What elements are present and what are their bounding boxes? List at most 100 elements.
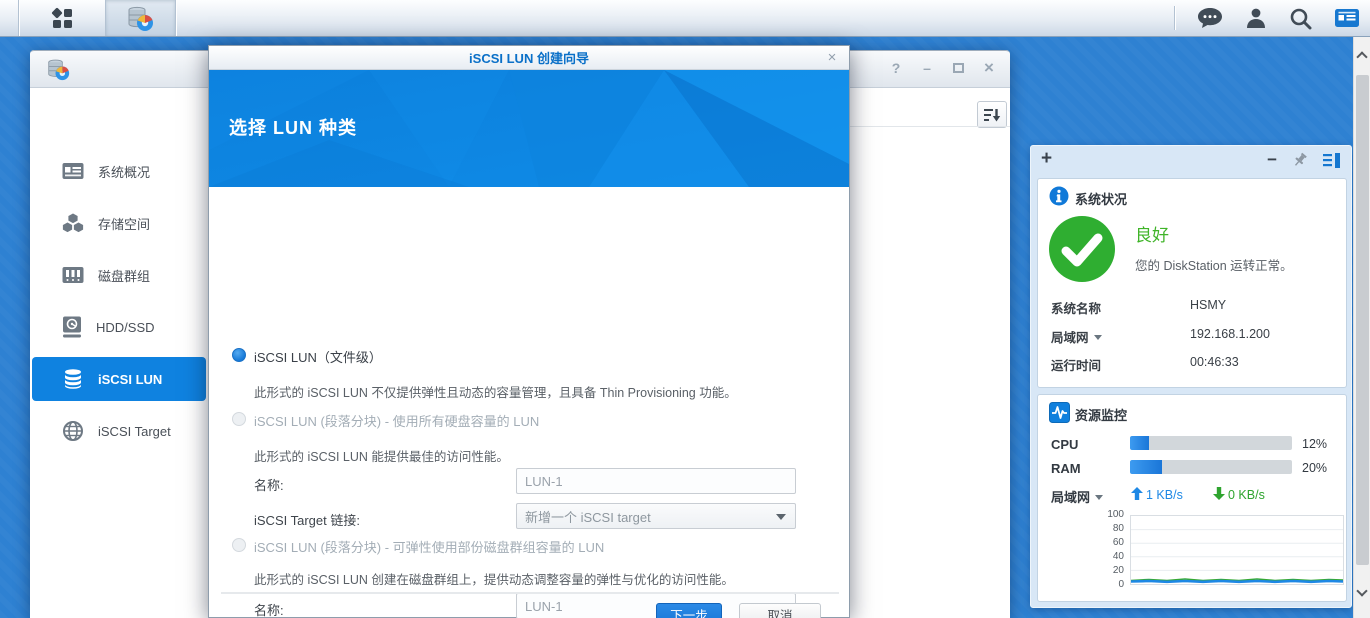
dialog-heading: 选择 LUN 种类 bbox=[229, 114, 357, 140]
health-message: 您的 DiskStation 运转正常。 bbox=[1135, 255, 1293, 274]
sidebar-item-iscsi-lun[interactable]: iSCSI LUN bbox=[32, 357, 206, 401]
ram-usage-bar bbox=[1130, 460, 1292, 474]
name-field-label: 名称: bbox=[254, 475, 284, 494]
sort-button[interactable] bbox=[977, 101, 1007, 128]
globe-icon bbox=[62, 420, 84, 442]
dialog-close-button[interactable]: × bbox=[823, 48, 841, 66]
disk-group-icon bbox=[62, 266, 84, 284]
pin-icon[interactable] bbox=[1292, 152, 1308, 168]
health-check-icon bbox=[1048, 215, 1116, 283]
widgets-panel-icon[interactable] bbox=[1334, 8, 1360, 28]
lun-name-input[interactable] bbox=[516, 468, 796, 494]
main-menu-button[interactable] bbox=[19, 0, 105, 36]
scroll-up-arrow[interactable] bbox=[1356, 51, 1367, 62]
sidebar-item-label: HDD/SSD bbox=[96, 320, 155, 335]
hdd-icon bbox=[62, 316, 82, 338]
health-status: 良好 bbox=[1135, 221, 1169, 246]
search-icon[interactable] bbox=[1289, 7, 1312, 30]
sidebar-item-label: 系统概况 bbox=[98, 162, 150, 181]
row-label: 运行时间 bbox=[1051, 355, 1101, 374]
y-axis-tick: 100 bbox=[1078, 510, 1124, 520]
network-traffic-chart bbox=[1130, 515, 1344, 585]
scroll-down-arrow[interactable] bbox=[1356, 585, 1367, 596]
dialog-title: iSCSI LUN 创建向导 bbox=[469, 48, 589, 67]
widgets-panel-header: + − bbox=[1031, 146, 1351, 176]
dialog-titlebar[interactable]: iSCSI LUN 创建向导 × bbox=[209, 46, 849, 70]
iscsi-target-select[interactable]: 新增一个 iSCSI target bbox=[516, 503, 796, 529]
y-axis-tick: 0 bbox=[1078, 580, 1124, 590]
sort-descending-icon bbox=[983, 107, 1001, 123]
resource-monitor-icon bbox=[1049, 402, 1070, 423]
cpu-usage-bar bbox=[1130, 436, 1292, 450]
lan-upload-speed: 1 KB/s bbox=[1146, 488, 1183, 502]
radio-block-level-full-lun[interactable] bbox=[232, 412, 246, 426]
desktop: ? – × bbox=[0, 0, 1370, 618]
radio-file-level-lun[interactable] bbox=[232, 348, 246, 362]
upload-arrow-icon bbox=[1131, 487, 1143, 500]
y-axis-tick: 80 bbox=[1078, 524, 1124, 534]
app-grid-icon bbox=[50, 6, 74, 30]
option-description: 此形式的 iSCSI LUN 创建在磁盘群组上，提供动态调整容量的弹性与优化的访… bbox=[254, 569, 734, 588]
storage-manager-icon bbox=[127, 5, 154, 32]
chevron-down-icon bbox=[1094, 335, 1102, 340]
selected-option: 新增一个 iSCSI target bbox=[525, 507, 651, 526]
next-button[interactable]: 下一步 bbox=[656, 603, 722, 618]
cancel-button[interactable]: 取消 bbox=[739, 603, 821, 618]
chat-icon[interactable] bbox=[1197, 7, 1223, 29]
chevron-down-icon bbox=[1095, 495, 1103, 500]
option-label[interactable]: iSCSI LUN (段落分块) - 可弹性使用部份磁盘群组容量的 LUN bbox=[254, 537, 604, 556]
row-label[interactable]: 局域网 bbox=[1051, 327, 1102, 346]
sidebar-item-system-overview[interactable]: 系统概况 bbox=[32, 145, 206, 197]
system-health-widget: 系统状况 良好 您的 DiskStation 运转正常。 系统名称 HSMY 局… bbox=[1037, 178, 1347, 388]
dialog-body: iSCSI LUN（文件级） 此形式的 iSCSI LUN 不仅提供弹性且动态的… bbox=[209, 187, 849, 592]
window-maximize-button[interactable] bbox=[949, 59, 967, 77]
name-field-label: 名称: bbox=[254, 600, 284, 618]
taskbar-divider bbox=[1174, 6, 1175, 30]
window-help-button[interactable]: ? bbox=[887, 59, 905, 77]
dock-panel-icon[interactable] bbox=[1323, 153, 1341, 168]
sidebar-item-label: iSCSI LUN bbox=[98, 372, 162, 387]
option-label[interactable]: iSCSI LUN（文件级） bbox=[254, 347, 382, 366]
download-arrow-icon bbox=[1213, 487, 1225, 500]
collapse-panel-button[interactable]: − bbox=[1267, 153, 1277, 167]
row-label: 系统名称 bbox=[1051, 298, 1101, 317]
option-description: 此形式的 iSCSI LUN 能提供最佳的访问性能。 bbox=[254, 446, 509, 465]
sidebar-item-disk-group[interactable]: 磁盘群组 bbox=[32, 249, 206, 301]
cpu-usage-fill bbox=[1130, 436, 1149, 450]
row-value: 192.168.1.200 bbox=[1190, 327, 1270, 341]
database-icon bbox=[62, 368, 84, 390]
taskbar-divider bbox=[175, 0, 176, 36]
ram-percent: 20% bbox=[1302, 461, 1327, 475]
scrollbar-thumb[interactable] bbox=[1356, 75, 1369, 565]
sidebar-item-volume[interactable]: 存储空间 bbox=[32, 197, 206, 249]
radio-block-level-flexible-lun[interactable] bbox=[232, 538, 246, 552]
lan-label[interactable]: 局域网 bbox=[1051, 487, 1103, 506]
resource-monitor-widget: 资源监控 CPU 12% RAM 20% 局域网 1 KB/s 0 KB/s 1… bbox=[1037, 394, 1347, 602]
window-minimize-button[interactable]: – bbox=[918, 59, 936, 77]
maximize-icon bbox=[953, 63, 964, 73]
y-axis-tick: 20 bbox=[1078, 566, 1124, 576]
iscsi-lun-wizard-dialog: iSCSI LUN 创建向导 × 选择 LUN 种类 bbox=[208, 45, 850, 618]
storage-manager-task-button[interactable] bbox=[106, 0, 175, 36]
option-description: 此形式的 iSCSI LUN 不仅提供弹性且动态的容量管理，且具备 Thin P… bbox=[254, 382, 737, 401]
widgets-panel: + − bbox=[1030, 145, 1352, 608]
user-icon[interactable] bbox=[1245, 7, 1267, 29]
cpu-label: CPU bbox=[1051, 437, 1078, 452]
dialog-banner: 选择 LUN 种类 bbox=[209, 70, 849, 187]
add-widget-button[interactable]: + bbox=[1041, 148, 1052, 170]
y-axis-tick: 60 bbox=[1078, 538, 1124, 548]
desktop-scrollbar[interactable] bbox=[1353, 37, 1370, 618]
sidebar-item-iscsi-target[interactable]: iSCSI Target bbox=[32, 405, 206, 457]
ram-label: RAM bbox=[1051, 461, 1081, 476]
sidebar-item-label: iSCSI Target bbox=[98, 424, 171, 439]
sidebar: 系统概况 存储空间 bbox=[30, 89, 208, 618]
sidebar-item-hdd-ssd[interactable]: HDD/SSD bbox=[32, 301, 206, 353]
y-axis-tick: 40 bbox=[1078, 552, 1124, 562]
id-card-icon bbox=[62, 162, 84, 180]
cubes-icon bbox=[62, 212, 84, 234]
widget-title: 系统状况 bbox=[1075, 189, 1127, 208]
row-value: HSMY bbox=[1190, 298, 1226, 312]
footer-divider bbox=[221, 592, 839, 594]
option-label[interactable]: iSCSI LUN (段落分块) - 使用所有硬盘容量的 LUN bbox=[254, 411, 539, 430]
window-close-button[interactable]: × bbox=[980, 59, 998, 77]
